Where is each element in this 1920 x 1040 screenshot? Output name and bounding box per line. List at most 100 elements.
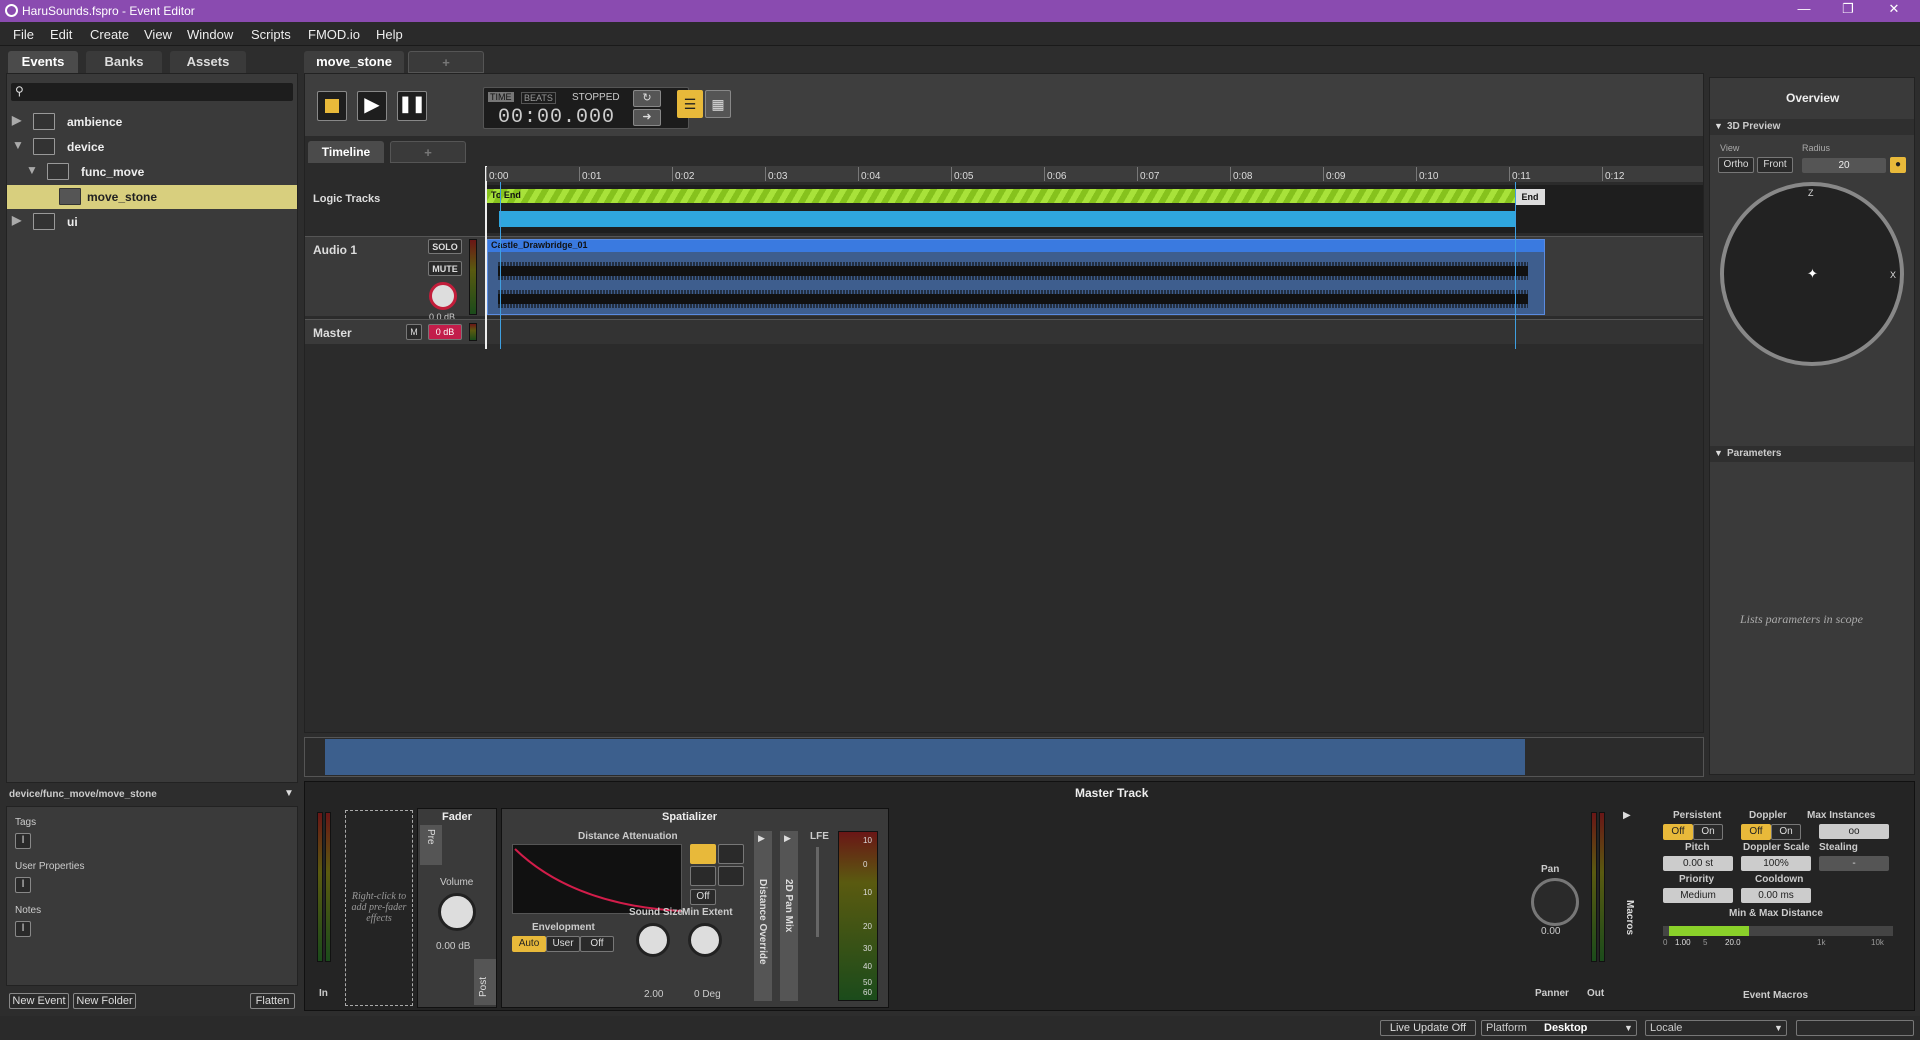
envelopment-auto-button[interactable]: Auto <box>512 936 546 952</box>
curve-inverse-tapered-button[interactable] <box>718 866 744 886</box>
search-input[interactable]: ⚲ <box>11 83 293 101</box>
priority-field[interactable]: Medium <box>1663 888 1733 903</box>
add-editor-tab-button[interactable]: + <box>408 51 484 73</box>
edit-notes-icon[interactable]: I <box>15 921 31 937</box>
tree-item-device[interactable]: ▼ device <box>9 135 299 159</box>
expand-icon[interactable]: ▶ <box>1623 810 1631 821</box>
tab-assets[interactable]: Assets <box>170 51 246 73</box>
lock-icon[interactable]: ● <box>1890 157 1906 173</box>
stop-button[interactable] <box>317 91 347 121</box>
overview-scrollbar[interactable] <box>304 737 1704 777</box>
loop-region[interactable]: To End <box>487 189 1515 203</box>
master-volume-field[interactable]: 0 dB <box>428 324 462 340</box>
collapse-icon[interactable]: ▼ <box>1714 448 1723 458</box>
marker-end[interactable]: End <box>1515 189 1545 205</box>
expand-icon[interactable]: ▶ <box>784 833 791 844</box>
curve-linear-squared-button[interactable] <box>690 844 716 864</box>
listener-icon[interactable]: ✦ <box>1807 266 1818 282</box>
loop-button[interactable]: ↻ <box>633 90 661 107</box>
locale-dropdown[interactable]: Locale ▼ <box>1645 1020 1787 1036</box>
edit-tags-icon[interactable]: I <box>15 833 31 849</box>
curve-off-button[interactable]: Off <box>690 889 716 905</box>
restore-icon[interactable]: ❐ <box>1838 1 1858 19</box>
menu-fmodio[interactable]: FMOD.io <box>308 27 360 42</box>
stealing-dropdown[interactable]: - <box>1819 856 1889 871</box>
audio-track-header[interactable]: Audio 1 SOLO MUTE 0.0 dB <box>305 236 485 322</box>
max-instances-field[interactable]: oo <box>1819 824 1889 839</box>
doppler-on-button[interactable]: On <box>1771 824 1801 840</box>
master-track-header[interactable]: Master M 0 dB <box>305 319 485 344</box>
3d-preview-header[interactable]: ▼ 3D Preview <box>1710 119 1914 135</box>
master-mute-button[interactable]: M <box>406 324 422 340</box>
pre-toggle[interactable]: Pre <box>420 825 442 865</box>
follow-button[interactable]: ➜ <box>633 109 661 126</box>
fader-module[interactable]: Fader Pre Volume 0.00 dB Post <box>417 808 497 1008</box>
ortho-button[interactable]: Ortho <box>1718 157 1754 173</box>
menu-file[interactable]: File <box>13 27 34 42</box>
live-update-button[interactable]: Live Update Off <box>1380 1020 1476 1036</box>
track-volume-knob[interactable] <box>429 282 457 310</box>
platform-dropdown[interactable]: Platform Desktop ▼ <box>1481 1020 1637 1036</box>
menu-help[interactable]: Help <box>376 27 403 42</box>
doppler-scale-field[interactable]: 100% <box>1741 856 1811 871</box>
audio-track-name[interactable]: Audio 1 <box>313 243 357 257</box>
tree-item-ambience[interactable]: ▶ ambience <box>9 110 299 134</box>
time-mode-toggle[interactable]: TIME <box>488 92 514 102</box>
scroll-thumb[interactable] <box>325 739 1525 775</box>
cooldown-field[interactable]: 0.00 ms <box>1741 888 1811 903</box>
chevron-down-icon[interactable]: ▼ <box>284 788 294 799</box>
master-track-lane[interactable] <box>485 319 1703 344</box>
new-event-button[interactable]: New Event <box>9 993 69 1009</box>
list-view-button[interactable]: ☰ <box>677 90 703 118</box>
collapse-icon[interactable]: ▼ <box>12 138 24 152</box>
audio-clip[interactable]: Castle_Drawbridge_01 <box>487 239 1545 315</box>
marker-to-end[interactable]: To End <box>491 190 521 200</box>
logic-track-lane[interactable]: To End End <box>485 185 1703 233</box>
distance-range-slider[interactable] <box>1663 926 1893 936</box>
tab-move-stone[interactable]: move_stone <box>304 51 404 73</box>
beats-mode-toggle[interactable]: BEATS <box>521 92 556 104</box>
menu-window[interactable]: Window <box>187 27 233 42</box>
3d-preview-sphere[interactable]: Z X ✦ <box>1720 182 1904 366</box>
persistent-off-button[interactable]: Off <box>1663 824 1693 840</box>
edit-user-properties-icon[interactable]: I <box>15 877 31 893</box>
min-extent-knob[interactable] <box>688 923 722 957</box>
tab-banks[interactable]: Banks <box>86 51 162 73</box>
lfe-slider[interactable] <box>816 847 819 937</box>
expand-icon[interactable]: ▶ <box>758 833 765 844</box>
sound-size-knob[interactable] <box>636 923 670 957</box>
add-timeline-tab-button[interactable]: + <box>390 141 466 163</box>
audio-track-lane[interactable]: Castle_Drawbridge_01 <box>485 236 1703 316</box>
spatializer-module[interactable]: Spatializer Distance Attenuation Off Env… <box>501 808 889 1008</box>
tab-timeline[interactable]: Timeline <box>308 141 384 163</box>
play-button[interactable]: ▶ <box>357 91 387 121</box>
selected-path-bar[interactable]: device/func_move/move_stone ▼ <box>6 786 298 804</box>
flatten-button[interactable]: Flatten <box>250 993 295 1009</box>
distance-curve-graph[interactable] <box>512 844 682 914</box>
front-button[interactable]: Front <box>1757 157 1793 173</box>
tab-events[interactable]: Events <box>8 51 78 73</box>
close-icon[interactable]: ✕ <box>1884 1 1904 19</box>
distance-override-toggle[interactable]: ▶ Distance Override <box>754 831 772 1001</box>
envelopment-user-button[interactable]: User <box>546 936 580 952</box>
collapse-icon[interactable]: ▼ <box>1714 121 1723 131</box>
loop-selection-bar[interactable] <box>499 211 1515 227</box>
menu-create[interactable]: Create <box>90 27 129 42</box>
minimize-icon[interactable]: — <box>1794 1 1814 19</box>
menu-view[interactable]: View <box>144 27 172 42</box>
solo-button[interactable]: SOLO <box>428 239 462 254</box>
pre-fader-slot[interactable]: Right-click to add pre-fader effects <box>345 810 413 1006</box>
mute-button[interactable]: MUTE <box>428 261 462 276</box>
grid-view-button[interactable]: ▦ <box>705 90 731 118</box>
curve-linear-button[interactable] <box>718 844 744 864</box>
curve-inverse-button[interactable] <box>690 866 716 886</box>
pause-button[interactable]: ❚❚ <box>397 91 427 121</box>
master-track-name[interactable]: Master <box>313 326 352 340</box>
playhead[interactable] <box>485 166 487 349</box>
tree-item-move-stone[interactable]: move_stone <box>7 185 297 209</box>
pitch-field[interactable]: 0.00 st <box>1663 856 1733 871</box>
radius-field[interactable]: 20 <box>1802 158 1886 173</box>
fader-volume-knob[interactable] <box>438 893 476 931</box>
collapse-icon[interactable]: ▼ <box>26 163 38 177</box>
post-toggle[interactable]: Post <box>474 959 496 1005</box>
